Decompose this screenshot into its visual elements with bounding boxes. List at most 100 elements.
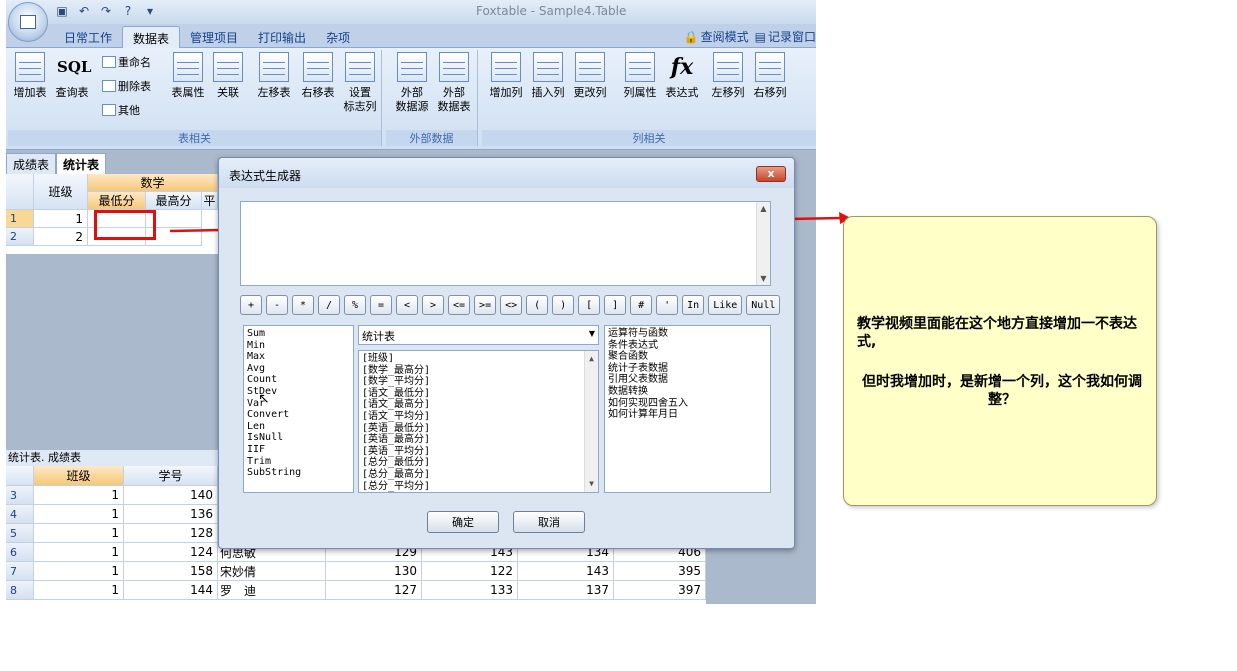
- field-item[interactable]: [总分_最低分]: [362, 457, 595, 469]
- scroll-up-icon[interactable]: ▲: [757, 204, 770, 213]
- table-cell[interactable]: 122: [422, 562, 518, 581]
- field-item[interactable]: [班级]: [362, 353, 595, 365]
- insert-column-button[interactable]: 插入列: [528, 52, 568, 100]
- table-cell[interactable]: 143: [518, 562, 614, 581]
- table-cell[interactable]: 395: [614, 562, 706, 581]
- table-cell[interactable]: 130: [326, 562, 422, 581]
- scroll-up-icon[interactable]: ▲: [585, 353, 598, 365]
- operator-button[interactable]: *: [292, 295, 314, 315]
- row-number[interactable]: 5: [6, 524, 34, 543]
- add-column-button[interactable]: 增加列: [486, 52, 526, 100]
- table-cell[interactable]: 128: [124, 524, 218, 543]
- function-list[interactable]: Sum Min Max Avg Count StDev Var Convert Len IsNul…: [243, 325, 354, 493]
- tab-manage-project[interactable]: 管理项目: [180, 26, 248, 50]
- operator-button[interactable]: >=: [474, 295, 497, 315]
- operator-button[interactable]: -: [266, 295, 288, 315]
- table-cell[interactable]: 158: [124, 562, 218, 581]
- operator-button[interactable]: +: [240, 295, 262, 315]
- move-column-right-button[interactable]: 右移列: [750, 52, 790, 100]
- help-topic-item[interactable]: 统计子表数据: [608, 363, 767, 375]
- query-table-button[interactable]: SQL 查询表: [52, 52, 92, 100]
- table-cell[interactable]: 397: [614, 581, 706, 600]
- operator-button[interactable]: Like: [708, 295, 743, 315]
- function-item[interactable]: IsNull: [247, 432, 350, 444]
- operator-button[interactable]: %: [344, 295, 366, 315]
- expression-button[interactable]: fx 表达式: [662, 52, 702, 100]
- operator-button[interactable]: #: [630, 295, 653, 315]
- operator-button[interactable]: >: [422, 295, 444, 315]
- read-mode-button[interactable]: 🔒 查阅模式: [684, 28, 749, 45]
- column-properties-button[interactable]: 列属性: [620, 52, 660, 100]
- help-topic-item[interactable]: 数据转换: [608, 386, 767, 398]
- operator-button[interactable]: ]: [604, 295, 627, 315]
- tab-data-table[interactable]: 数据表: [122, 26, 181, 50]
- scroll-down-icon[interactable]: ▼: [757, 274, 770, 283]
- function-item[interactable]: Avg: [247, 363, 350, 375]
- col-header-class[interactable]: 班级: [34, 466, 124, 486]
- cell-class[interactable]: 2: [34, 228, 88, 246]
- cell-class[interactable]: 1: [34, 210, 88, 228]
- field-item[interactable]: [数学_最高分]: [362, 365, 595, 377]
- record-window-button[interactable]: ▤ 记录窗口: [755, 28, 816, 45]
- function-item[interactable]: IIF: [247, 444, 350, 456]
- help-topic-list[interactable]: 运算符与函数 条件表达式 聚合函数 统计子表数据 引用父表数据 数据转换 如何实现四舍五入如…: [604, 325, 771, 493]
- field-item[interactable]: [英语_最低分]: [362, 423, 595, 435]
- move-table-right-button[interactable]: 右移表: [298, 52, 338, 100]
- col-header-class[interactable]: 班级: [34, 174, 88, 210]
- operator-button[interactable]: Null: [746, 295, 781, 315]
- help-topic-item[interactable]: 如何实现四舍五入: [608, 398, 767, 410]
- function-item[interactable]: Min: [247, 340, 350, 352]
- redo-icon[interactable]: ↷: [98, 3, 114, 19]
- operator-button[interactable]: (: [526, 295, 549, 315]
- other-button[interactable]: 其他: [102, 102, 140, 118]
- table-cell[interactable]: 罗 迪: [218, 581, 326, 600]
- undo-icon[interactable]: ↶: [76, 3, 92, 19]
- field-item[interactable]: [语文_最高分]: [362, 399, 595, 411]
- help-topic-item[interactable]: 聚合函数: [608, 351, 767, 363]
- table-select[interactable]: 统计表 ▼: [358, 325, 599, 345]
- expression-input[interactable]: ▲ ▼: [240, 201, 771, 286]
- expression-scrollbar[interactable]: ▲ ▼: [756, 202, 770, 285]
- field-item[interactable]: [英语_最高分]: [362, 434, 595, 446]
- operator-button[interactable]: <=: [448, 295, 471, 315]
- field-item[interactable]: [英语_平均分]: [362, 446, 595, 458]
- cancel-button[interactable]: 取消: [513, 511, 585, 533]
- operator-button[interactable]: ': [656, 295, 679, 315]
- office-orb-button[interactable]: [8, 2, 48, 42]
- row-number[interactable]: 7: [6, 562, 34, 581]
- operator-button[interactable]: <: [396, 295, 418, 315]
- external-datatable-button[interactable]: 外部 数据表: [434, 52, 474, 114]
- move-column-left-button[interactable]: 左移列: [708, 52, 748, 100]
- function-item[interactable]: Len: [247, 421, 350, 433]
- scroll-down-icon[interactable]: ▼: [585, 478, 598, 490]
- field-item[interactable]: [总分_最高分]: [362, 469, 595, 481]
- table-cell[interactable]: 1: [34, 505, 124, 524]
- close-button[interactable]: x: [756, 166, 786, 182]
- table-cell[interactable]: 1: [34, 543, 124, 562]
- grid-corner[interactable]: [6, 466, 34, 486]
- table-cell[interactable]: 124: [124, 543, 218, 562]
- operator-button[interactable]: ): [552, 295, 575, 315]
- function-item[interactable]: Max: [247, 351, 350, 363]
- col-header-student-id[interactable]: 学号: [124, 466, 218, 486]
- table-cell[interactable]: 137: [518, 581, 614, 600]
- tab-daily-work[interactable]: 日常工作: [54, 26, 122, 50]
- row-number[interactable]: 1: [6, 210, 34, 228]
- table-cell[interactable]: 140: [124, 486, 218, 505]
- table-cell[interactable]: 宋妙倩: [218, 562, 326, 581]
- table-properties-button[interactable]: 表属性: [168, 52, 208, 100]
- row-number[interactable]: 2: [6, 228, 34, 246]
- sheet-tab-stats[interactable]: 统计表: [56, 153, 107, 175]
- change-column-button[interactable]: 更改列: [570, 52, 610, 100]
- sheet-tab-scores[interactable]: 成绩表: [6, 153, 57, 175]
- grid-corner[interactable]: [6, 174, 34, 210]
- help-topic-item[interactable]: 条件表达式: [608, 340, 767, 352]
- col-header-math-avg[interactable]: 平: [202, 192, 218, 210]
- help-topic-item[interactable]: 运算符与函数: [608, 328, 767, 340]
- operator-button[interactable]: [: [578, 295, 601, 315]
- field-item[interactable]: [语文_最低分]: [362, 388, 595, 400]
- move-table-left-button[interactable]: 左移表: [254, 52, 294, 100]
- save-icon[interactable]: ▣: [54, 3, 70, 19]
- row-number[interactable]: 6: [6, 543, 34, 562]
- table-cell[interactable]: 1: [34, 562, 124, 581]
